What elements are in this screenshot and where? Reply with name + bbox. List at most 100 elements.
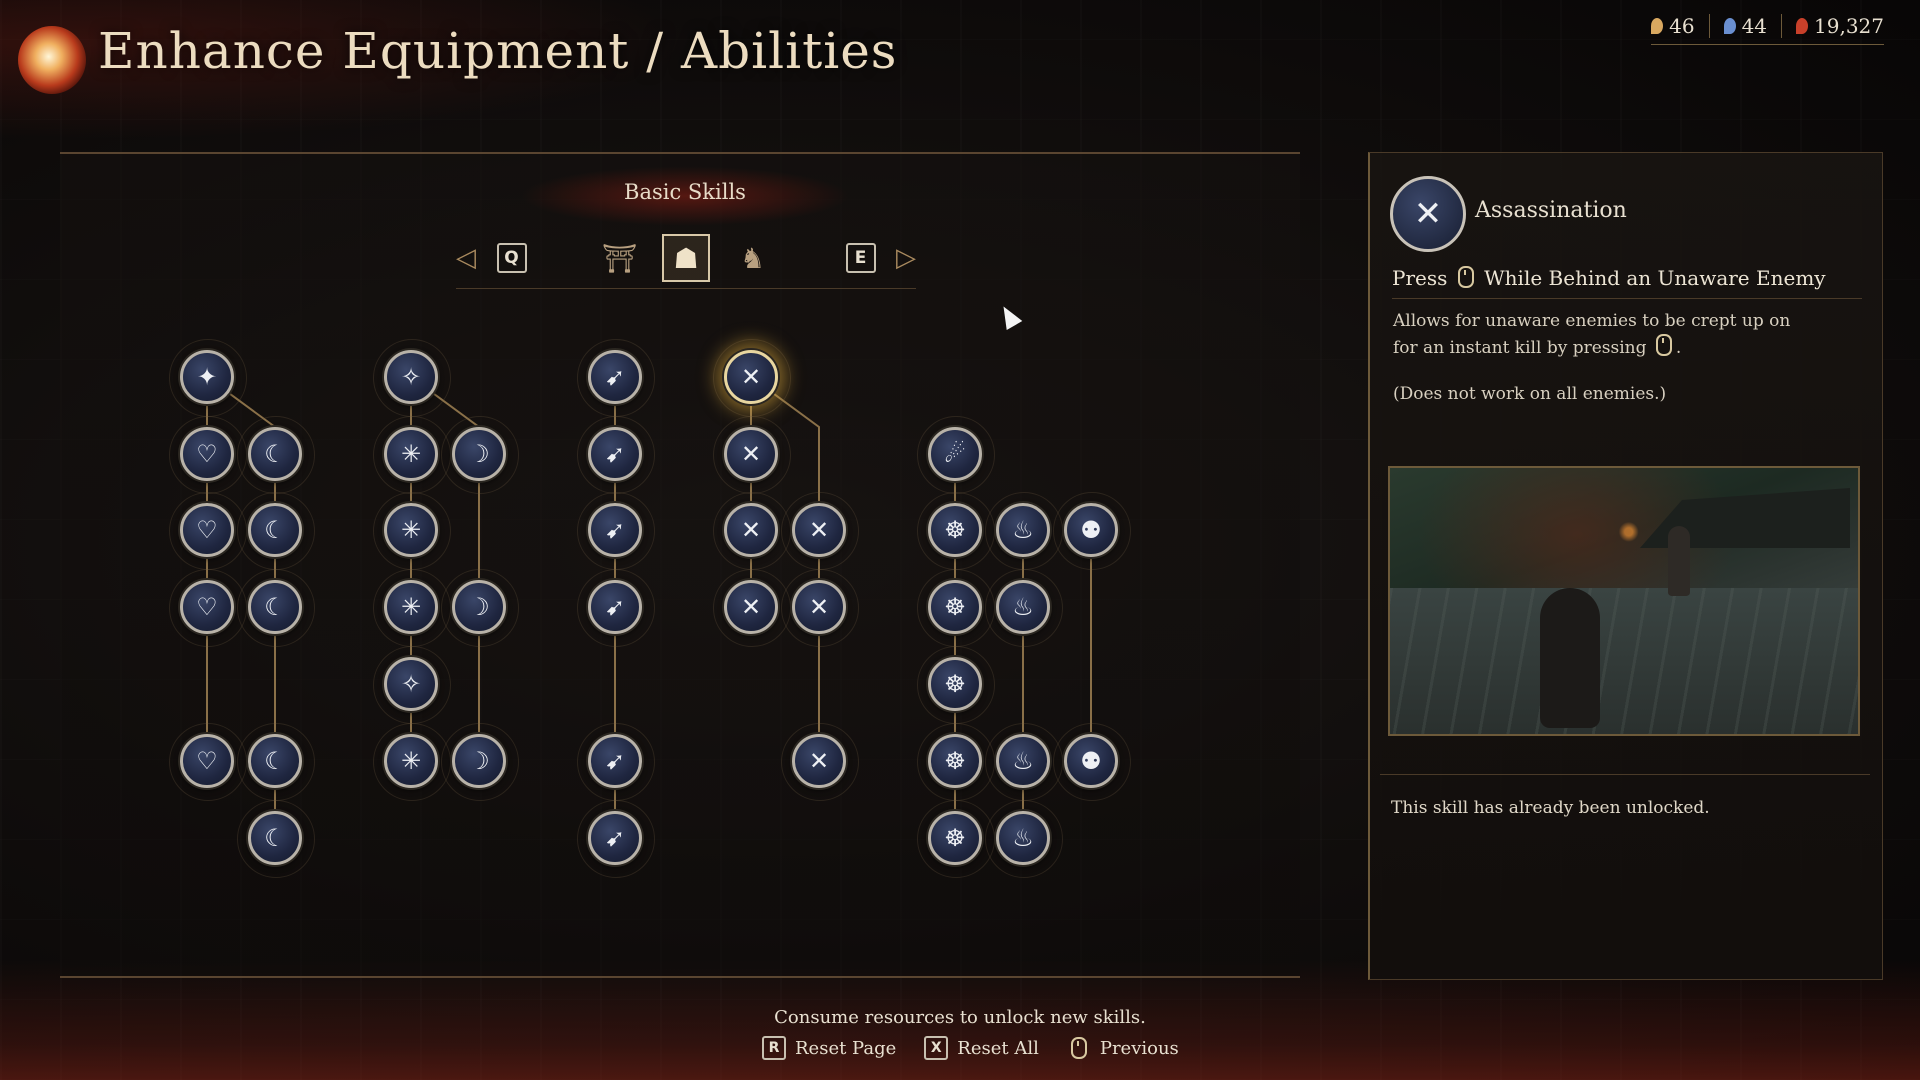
- skill-icon: ☽: [468, 747, 490, 775]
- skill-icon: ☸: [944, 747, 966, 775]
- skill-icon: ➹: [604, 516, 626, 544]
- skill-icon: ☸: [944, 670, 966, 698]
- divider: [1380, 774, 1870, 775]
- skill-node[interactable]: ✳: [384, 580, 438, 634]
- skill-node[interactable]: ➹: [588, 580, 642, 634]
- skill-action-line: Press While Behind an Unaware Enemy: [1392, 266, 1862, 299]
- skill-icon: ♨: [1012, 593, 1034, 621]
- skill-icon: ✳: [400, 516, 422, 544]
- previous-button[interactable]: Previous: [1067, 1037, 1179, 1059]
- skill-icon: ✳: [400, 747, 422, 775]
- skill-node[interactable]: ☽: [452, 427, 506, 481]
- mouse-button-icon: [1070, 1037, 1087, 1059]
- previous-label: Previous: [1099, 1037, 1179, 1059]
- skill-node[interactable]: ☾: [248, 427, 302, 481]
- skill-icon: ☄: [944, 440, 966, 468]
- skill-icon: ✕: [808, 747, 830, 775]
- skill-node[interactable]: ☽: [452, 580, 506, 634]
- skill-description: Allows for unaware enemies to be crept u…: [1393, 308, 1833, 361]
- skill-node[interactable]: ✳: [384, 503, 438, 557]
- skill-node[interactable]: ♨: [996, 503, 1050, 557]
- skill-node[interactable]: ➹: [588, 503, 642, 557]
- skill-icon: ✳: [400, 440, 422, 468]
- skill-node[interactable]: ✕: [724, 427, 778, 481]
- skill-node[interactable]: ✕: [724, 503, 778, 557]
- skill-icon: ♡: [196, 440, 218, 468]
- skill-icon: ✕: [808, 593, 830, 621]
- skill-icon: ☽: [468, 440, 490, 468]
- reset-page-button[interactable]: R Reset Page: [762, 1036, 896, 1060]
- skill-node[interactable]: ☸: [928, 503, 982, 557]
- skill-node[interactable]: ♨: [996, 734, 1050, 788]
- skill-node[interactable]: ☾: [248, 811, 302, 865]
- skill-icon: ☾: [264, 824, 286, 852]
- skill-node[interactable]: ⚉: [1064, 734, 1118, 788]
- skill-node-assassination[interactable]: ✕: [724, 350, 778, 404]
- skill-node[interactable]: ⚉: [1064, 503, 1118, 557]
- skill-node[interactable]: ♡: [180, 427, 234, 481]
- skill-node[interactable]: ☸: [928, 811, 982, 865]
- unlock-status: This skill has already been unlocked.: [1391, 798, 1710, 818]
- reset-all-button[interactable]: X Reset All: [924, 1036, 1039, 1060]
- skill-icon: ☾: [264, 593, 286, 621]
- skill-icon: ➹: [604, 440, 626, 468]
- skill-node[interactable]: ♡: [180, 734, 234, 788]
- skill-node[interactable]: ☸: [928, 734, 982, 788]
- skill-node[interactable]: ➹: [588, 427, 642, 481]
- skill-node[interactable]: ✧: [384, 350, 438, 404]
- skill-node[interactable]: ♨: [996, 811, 1050, 865]
- skill-node[interactable]: ☾: [248, 580, 302, 634]
- skill-icon: ✳: [400, 593, 422, 621]
- skill-node[interactable]: ☄: [928, 427, 982, 481]
- skill-icon: ☾: [264, 440, 286, 468]
- skill-node[interactable]: ➹: [588, 811, 642, 865]
- skill-node[interactable]: ✳: [384, 427, 438, 481]
- skill-node[interactable]: ☸: [928, 580, 982, 634]
- skill-node[interactable]: ✕: [792, 734, 846, 788]
- skill-icon: ✧: [400, 670, 422, 698]
- skill-icon: ➹: [604, 363, 626, 391]
- reset-page-label: Reset Page: [795, 1037, 897, 1059]
- skill-icon: ➹: [604, 824, 626, 852]
- reset-page-key: R: [762, 1036, 786, 1060]
- mouse-button-icon: [1457, 266, 1474, 288]
- skill-icon: ✕: [740, 440, 762, 468]
- footer-message: Consume resources to unlock new skills.: [774, 1007, 1146, 1028]
- skill-icon: ⚉: [1080, 747, 1102, 775]
- skill-icon: ☸: [944, 516, 966, 544]
- skill-node[interactable]: ♨: [996, 580, 1050, 634]
- skill-icon: ✕: [740, 593, 762, 621]
- skill-node[interactable]: ♡: [180, 503, 234, 557]
- skill-name: Assassination: [1475, 198, 1627, 223]
- skill-note: (Does not work on all enemies.): [1393, 384, 1667, 404]
- shuriken-icon: ✕: [1390, 176, 1466, 252]
- skill-node[interactable]: ➹: [588, 734, 642, 788]
- skill-icon: ☾: [264, 747, 286, 775]
- skill-node[interactable]: ✦: [180, 350, 234, 404]
- skill-node[interactable]: ☽: [452, 734, 506, 788]
- skill-icon: ☸: [944, 824, 966, 852]
- skill-node[interactable]: ✕: [724, 580, 778, 634]
- skill-node[interactable]: ♡: [180, 580, 234, 634]
- skill-icon: ☾: [264, 516, 286, 544]
- skill-icon: ➹: [604, 593, 626, 621]
- skill-node[interactable]: ✳: [384, 734, 438, 788]
- skill-node[interactable]: ✧: [384, 657, 438, 711]
- skill-icon: ♡: [196, 593, 218, 621]
- skill-node[interactable]: ☾: [248, 503, 302, 557]
- skill-icon: ✦: [196, 363, 218, 391]
- skill-node[interactable]: ✕: [792, 503, 846, 557]
- action-prefix: Press: [1392, 266, 1448, 290]
- skill-node[interactable]: ➹: [588, 350, 642, 404]
- description-line: for an instant kill by pressing: [1393, 338, 1647, 358]
- skill-icon: ♨: [1012, 516, 1034, 544]
- skill-icon: ♡: [196, 516, 218, 544]
- skill-icon: ☸: [944, 593, 966, 621]
- mouse-button-icon: [1655, 334, 1672, 356]
- reset-all-key: X: [924, 1036, 949, 1060]
- skill-node[interactable]: ✕: [792, 580, 846, 634]
- skill-node[interactable]: ☸: [928, 657, 982, 711]
- skill-node[interactable]: ☾: [248, 734, 302, 788]
- skill-icon: ⚉: [1080, 516, 1102, 544]
- skill-icon: ☽: [468, 593, 490, 621]
